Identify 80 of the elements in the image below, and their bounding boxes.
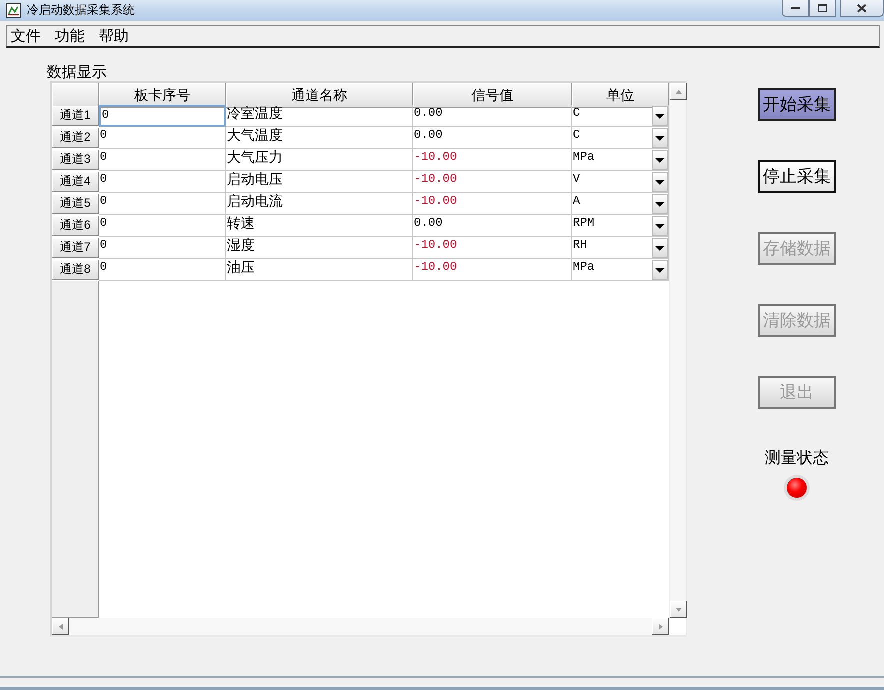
row-header-button[interactable]: 通道3 (52, 150, 99, 170)
table-cell[interactable]: -10.00 (413, 149, 572, 171)
unit-value: V (573, 171, 580, 187)
dropdown-button[interactable] (652, 172, 668, 192)
table-cell[interactable]: 0 (99, 237, 226, 259)
scroll-down-icon (676, 608, 682, 612)
dropdown-button[interactable] (652, 194, 668, 214)
unit-value: RH (573, 237, 588, 253)
dropdown-button[interactable] (652, 260, 668, 280)
unit-value: C (573, 105, 580, 121)
table-cell[interactable]: 0 (99, 105, 226, 127)
column-header[interactable]: 单位 (572, 83, 669, 108)
menu-item[interactable]: 功能 (55, 26, 85, 46)
minimize-icon (791, 6, 800, 10)
row-header-button[interactable]: 通道8 (52, 260, 99, 280)
caret-icon (655, 224, 665, 228)
caret-icon (655, 202, 665, 206)
scroll-left-icon (58, 624, 62, 630)
unit-value: RPM (573, 215, 595, 231)
close-icon (857, 4, 867, 12)
vertical-scrollbar[interactable] (669, 83, 686, 618)
window-title: 冷启动数据采集系统 (27, 2, 136, 19)
caret-icon (655, 158, 665, 162)
table-cell[interactable]: 大气压力 (226, 149, 413, 171)
table-cell[interactable]: 0 (99, 171, 226, 193)
table-cell[interactable]: 0 (99, 149, 226, 171)
action-button[interactable]: 开始采集 (758, 88, 836, 121)
menu-item[interactable]: 帮助 (99, 26, 129, 46)
minimize-button[interactable] (782, 0, 809, 17)
table-cell[interactable]: 0.00 (413, 215, 572, 237)
unit-value: MPa (573, 259, 595, 275)
dropdown-button[interactable] (652, 216, 668, 236)
table-cell[interactable]: 0.00 (413, 105, 572, 127)
table-cell[interactable]: -10.00 (413, 259, 572, 281)
column-header[interactable]: 信号值 (413, 83, 572, 108)
unit-value: C (573, 127, 580, 143)
section-label: 数据显示 (47, 63, 108, 81)
horizontal-scrollbar[interactable] (52, 618, 669, 635)
dropdown-button[interactable] (652, 128, 668, 148)
table-cell[interactable]: 大气温度 (226, 127, 413, 149)
table-cell[interactable]: -10.00 (413, 171, 572, 193)
menu-item[interactable]: 文件 (11, 26, 41, 46)
maximize-icon (818, 4, 827, 12)
row-header-button[interactable]: 通道6 (52, 216, 99, 236)
unit-value: A (573, 193, 580, 209)
table-cell[interactable]: 0.00 (413, 127, 572, 149)
caret-icon (655, 268, 665, 272)
table-cell[interactable]: 湿度 (226, 237, 413, 259)
table-cell[interactable]: 冷室温度 (226, 105, 413, 127)
caret-icon (655, 246, 665, 250)
caret-icon (655, 180, 665, 184)
table-cell[interactable]: -10.00 (413, 193, 572, 215)
table-cell[interactable]: 启动电压 (226, 171, 413, 193)
dropdown-button[interactable] (652, 238, 668, 258)
scroll-right-icon (658, 624, 662, 630)
row-header-button[interactable]: 通道1 (52, 106, 99, 126)
table-cell[interactable]: 油压 (226, 259, 413, 281)
maximize-button[interactable] (809, 0, 836, 17)
unit-value: MPa (573, 149, 595, 165)
caret-icon (655, 114, 665, 118)
dropdown-button[interactable] (652, 150, 668, 170)
dropdown-button[interactable] (652, 106, 668, 126)
row-header-button[interactable]: 通道7 (52, 238, 99, 258)
table-cell[interactable]: 0 (99, 193, 226, 215)
row-header-button[interactable]: 通道5 (52, 194, 99, 214)
column-header[interactable]: 板卡序号 (99, 83, 226, 108)
table-cell[interactable]: -10.00 (413, 237, 572, 259)
table-cell[interactable]: 启动电流 (226, 193, 413, 215)
status-label: 测量状态 (765, 448, 829, 469)
table-cell[interactable]: 0 (99, 127, 226, 149)
table-cell[interactable]: 0 (99, 259, 226, 281)
caret-icon (655, 136, 665, 140)
table-cell[interactable]: 0 (99, 215, 226, 237)
close-button[interactable] (840, 0, 884, 17)
app-icon (6, 3, 21, 18)
action-button[interactable]: 停止采集 (758, 160, 836, 193)
table-cell[interactable]: 转速 (226, 215, 413, 237)
row-header-button[interactable]: 通道2 (52, 128, 99, 148)
row-header-button[interactable]: 通道4 (52, 172, 99, 192)
scroll-up-icon (676, 90, 682, 94)
